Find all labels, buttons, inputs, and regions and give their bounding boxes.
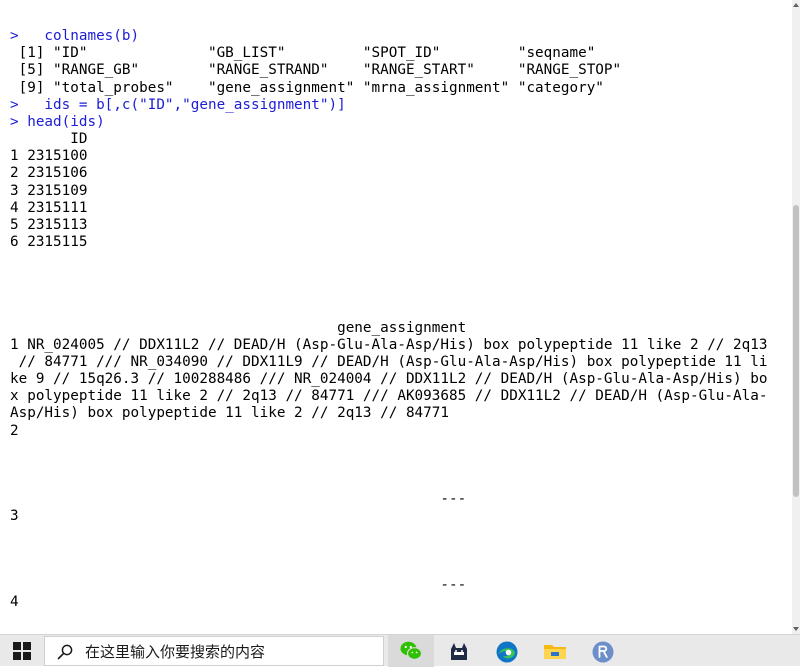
console-output-line: 5 2315113 xyxy=(10,216,88,233)
console-output-line: [9] "total_probes" "gene_assignment" "mr… xyxy=(10,79,604,96)
search-placeholder: 在这里输入你要搜索的内容 xyxy=(85,643,266,661)
console-output-line: Asp/His) box polypeptide 11 like 2 // 2q… xyxy=(10,405,449,422)
edge-icon xyxy=(496,641,518,663)
console-output-line: gene_assignment xyxy=(10,319,467,336)
console-output-line: // 84771 /// NR_034090 // DDX11L9 // DEA… xyxy=(10,354,768,370)
taskbar-app-edge[interactable] xyxy=(484,635,530,667)
console-command-line: > ids = b[,c("ID","gene_assignment")] xyxy=(10,96,346,113)
taskbar-app-r[interactable] xyxy=(580,635,626,667)
console-output-line: [1] "ID" "GB_LIST" "SPOT_ID" "seqname" xyxy=(10,45,596,62)
console-output-line: 6 2315115 xyxy=(10,233,88,250)
r-console[interactable]: > colnames(b) [1] "ID" "GB_LIST" "SPOT_I… xyxy=(0,0,792,634)
console-output-line: 4 xyxy=(10,594,19,611)
scroll-up-arrow-icon[interactable] xyxy=(792,2,800,8)
start-button[interactable] xyxy=(0,635,44,667)
file-explorer-icon xyxy=(544,645,566,659)
taskbar-app-qq[interactable] xyxy=(436,635,482,667)
taskbar-app-wechat[interactable] xyxy=(388,635,434,667)
wechat-icon xyxy=(400,641,423,660)
console-command-line: > head(ids) xyxy=(10,113,105,130)
taskbar-app-file-explorer[interactable] xyxy=(532,635,578,667)
scroll-down-arrow-icon[interactable] xyxy=(792,626,800,632)
console-output-line: 2 2315106 xyxy=(10,165,88,182)
scrollbar-thumb[interactable] xyxy=(793,205,799,497)
windows-taskbar: 在这里输入你要搜索的内容 xyxy=(0,634,800,667)
console-output-line: ID xyxy=(10,131,88,148)
vertical-scrollbar[interactable] xyxy=(792,0,800,634)
console-command-line: > colnames(b) xyxy=(10,28,140,45)
search-icon xyxy=(57,644,73,660)
console-output-line: [5] "RANGE_GB" "RANGE_STRAND" "RANGE_STA… xyxy=(10,62,622,79)
console-output-line: 4 2315111 xyxy=(10,199,88,216)
taskbar-search-box[interactable]: 在这里输入你要搜索的内容 xyxy=(44,636,384,666)
console-output-line: --- xyxy=(10,576,467,593)
r-icon xyxy=(592,641,614,663)
console-output-line: ke 9 // 15q26.3 // 100288486 /// NR_0240… xyxy=(10,371,768,388)
console-output-line: 2 xyxy=(10,422,19,439)
qq-icon xyxy=(451,643,467,660)
console-output-line: --- xyxy=(10,491,467,508)
console-output-line: 1 2315100 xyxy=(10,148,88,165)
console-output-line: 3 2315109 xyxy=(10,182,88,199)
console-output-line: x polypeptide 11 like 2 // 2q13 // 84771… xyxy=(10,388,768,405)
console-output-line: 3 xyxy=(10,508,19,525)
windows-start-icon xyxy=(13,642,31,660)
console-output-line: 1 NR_024005 // DDX11L2 // DEAD/H (Asp-Gl… xyxy=(10,336,768,353)
